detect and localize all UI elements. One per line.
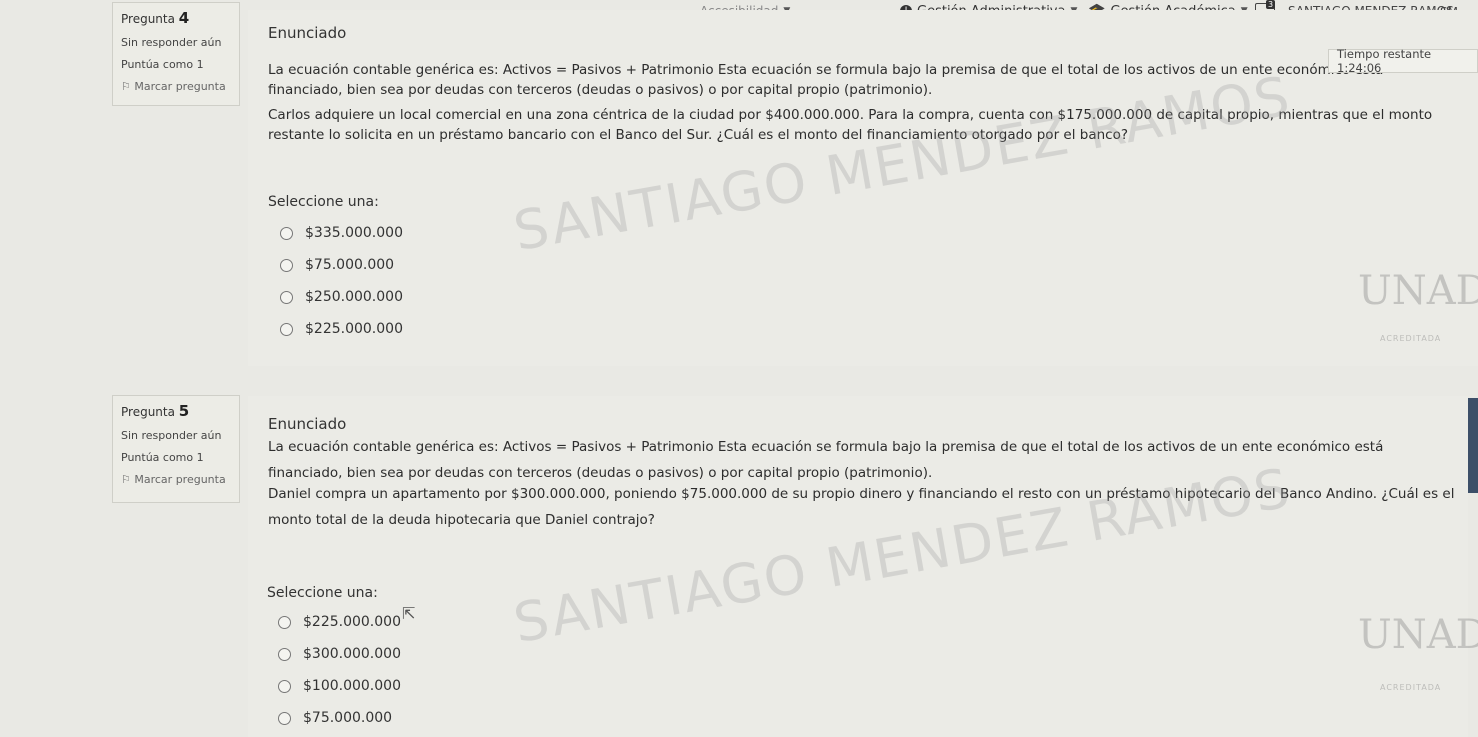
question-score: Puntúa como 1 [121,58,204,71]
question-label: Pregunta [121,12,175,26]
answer-option-label: $250.000.000 [305,289,403,305]
flag-question-button[interactable]: ⚐ Marcar pregunta [121,80,231,93]
question-number-label: Pregunta 4 [121,9,231,27]
radio-button[interactable] [278,647,291,661]
notification-badge: 3 [1266,0,1276,9]
answer-option[interactable]: $250.000.000 [280,289,403,305]
answer-option-label: $100.000.000 [303,678,401,694]
radio-button[interactable] [280,290,293,304]
flag-icon: ⚐ [121,80,131,93]
radio-button[interactable] [280,226,293,240]
answer-option-label: $225.000.000 [303,614,401,630]
university-logo-subtitle: ACREDITADA [1380,334,1442,343]
select-one-label: Seleccione una: [267,585,378,601]
answer-option[interactable]: $75.000.000 [280,257,394,273]
flag-question-label: Marcar pregunta [134,473,226,486]
select-one-label: Seleccione una: [268,194,379,210]
radio-button[interactable] [278,615,291,629]
question-heading: Enunciado [268,24,347,42]
answer-option-label: $335.000.000 [305,225,403,241]
question-score: Puntúa como 1 [121,451,204,464]
question-info-5: Pregunta 5 Sin responder aún Puntúa como… [112,395,240,503]
side-drawer-tab[interactable] [1468,398,1478,493]
question-status: Sin responder aún [121,429,222,442]
university-logo-subtitle: ACREDITADA [1380,683,1442,692]
question-number-label: Pregunta 5 [121,402,231,420]
answer-option-label: $75.000.000 [305,257,395,273]
radio-button[interactable] [280,258,293,272]
question-status: Sin responder aún [121,36,222,49]
university-logo: UNAD [1358,268,1478,314]
answer-option[interactable]: $225.000.000 [278,614,401,630]
answer-option-label: $75.000.000 [303,710,393,726]
question-text-intro: La ecuación contable genérica es: Activo… [268,62,1384,98]
university-logo: UNAD [1358,612,1478,658]
question-text-intro: La ecuación contable genérica es: Activo… [268,439,1384,481]
answer-option[interactable]: $300.000.000 [278,646,401,662]
question-info-4: Pregunta 4 Sin responder aún Puntúa como… [112,2,240,106]
radio-button[interactable] [278,679,291,693]
flag-icon: ⚐ [121,473,131,486]
flag-question-button[interactable]: ⚐ Marcar pregunta [121,473,231,486]
radio-button[interactable] [280,322,293,336]
answer-option[interactable]: $335.000.000 [280,225,403,241]
mouse-cursor-icon: ⇱ [402,604,416,623]
question-text-problem: Carlos adquiere un local comercial en un… [268,107,1433,143]
question-number: 5 [178,402,190,420]
answer-option[interactable]: $225.000.000 [280,321,403,337]
question-number: 4 [178,9,190,27]
answer-option-label: $300.000.000 [303,646,401,662]
question-heading: Enunciado [268,415,347,433]
answer-option-label: $225.000.000 [305,321,403,337]
answer-option[interactable]: $100.000.000 [278,678,401,694]
question-label: Pregunta [121,405,175,419]
flag-question-label: Marcar pregunta [134,80,226,93]
answer-option[interactable]: $75.000.000 [278,710,392,726]
radio-button[interactable] [278,711,291,725]
time-remaining: Tiempo restante 1:24:06 [1328,47,1478,75]
question-text-problem: Daniel compra un apartamento por $300.00… [268,486,1455,528]
